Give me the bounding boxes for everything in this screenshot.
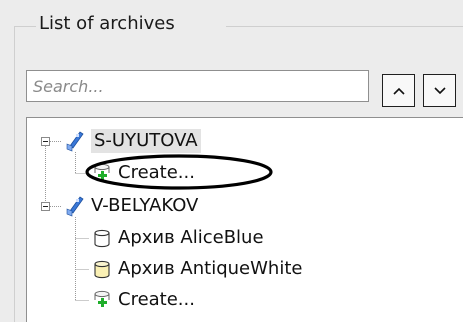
move-down-button[interactable] <box>423 74 456 107</box>
move-up-button[interactable] <box>382 74 415 107</box>
server-computer-icon <box>66 196 84 217</box>
group-frame-top-left <box>14 26 36 27</box>
create-archive-item[interactable]: Create... <box>91 160 195 186</box>
add-archive-icon <box>94 290 110 307</box>
tree-server-node[interactable]: V-BELYAKOV <box>64 193 198 219</box>
group-title: List of archives <box>37 12 178 36</box>
chevron-down-icon <box>433 86 446 94</box>
chevron-up-icon <box>392 87 405 95</box>
create-archive-label: Create... <box>118 162 195 183</box>
archive-cylinder-icon <box>94 229 110 248</box>
search-input[interactable] <box>26 70 369 102</box>
group-frame-top-right <box>226 26 463 27</box>
create-archive-item[interactable]: Create... <box>91 287 195 313</box>
archive-label: Архив AliceBlue <box>118 227 264 248</box>
create-archive-label: Create... <box>118 289 195 310</box>
server-name: S-UYUTOVA <box>91 129 201 153</box>
add-archive-icon <box>94 163 110 180</box>
archive-item[interactable]: Архив AliceBlue <box>91 225 264 251</box>
archives-panel: List of archives Search... S-UYUTOVA Cre… <box>0 0 463 322</box>
archive-tree[interactable]: S-UYUTOVA Create... V-BELYAKOV Архив Ali… <box>26 117 463 322</box>
server-computer-icon <box>66 131 84 152</box>
tree-server-node[interactable]: S-UYUTOVA <box>64 128 201 154</box>
archive-item[interactable]: Архив AntiqueWhite <box>91 256 302 282</box>
archive-cylinder-icon <box>94 260 110 279</box>
tree-collapse-toggle[interactable] <box>41 137 50 146</box>
group-frame-left <box>14 26 15 322</box>
server-name: V-BELYAKOV <box>91 195 199 216</box>
archive-label: Архив AntiqueWhite <box>118 258 303 279</box>
tree-collapse-toggle[interactable] <box>41 202 50 211</box>
